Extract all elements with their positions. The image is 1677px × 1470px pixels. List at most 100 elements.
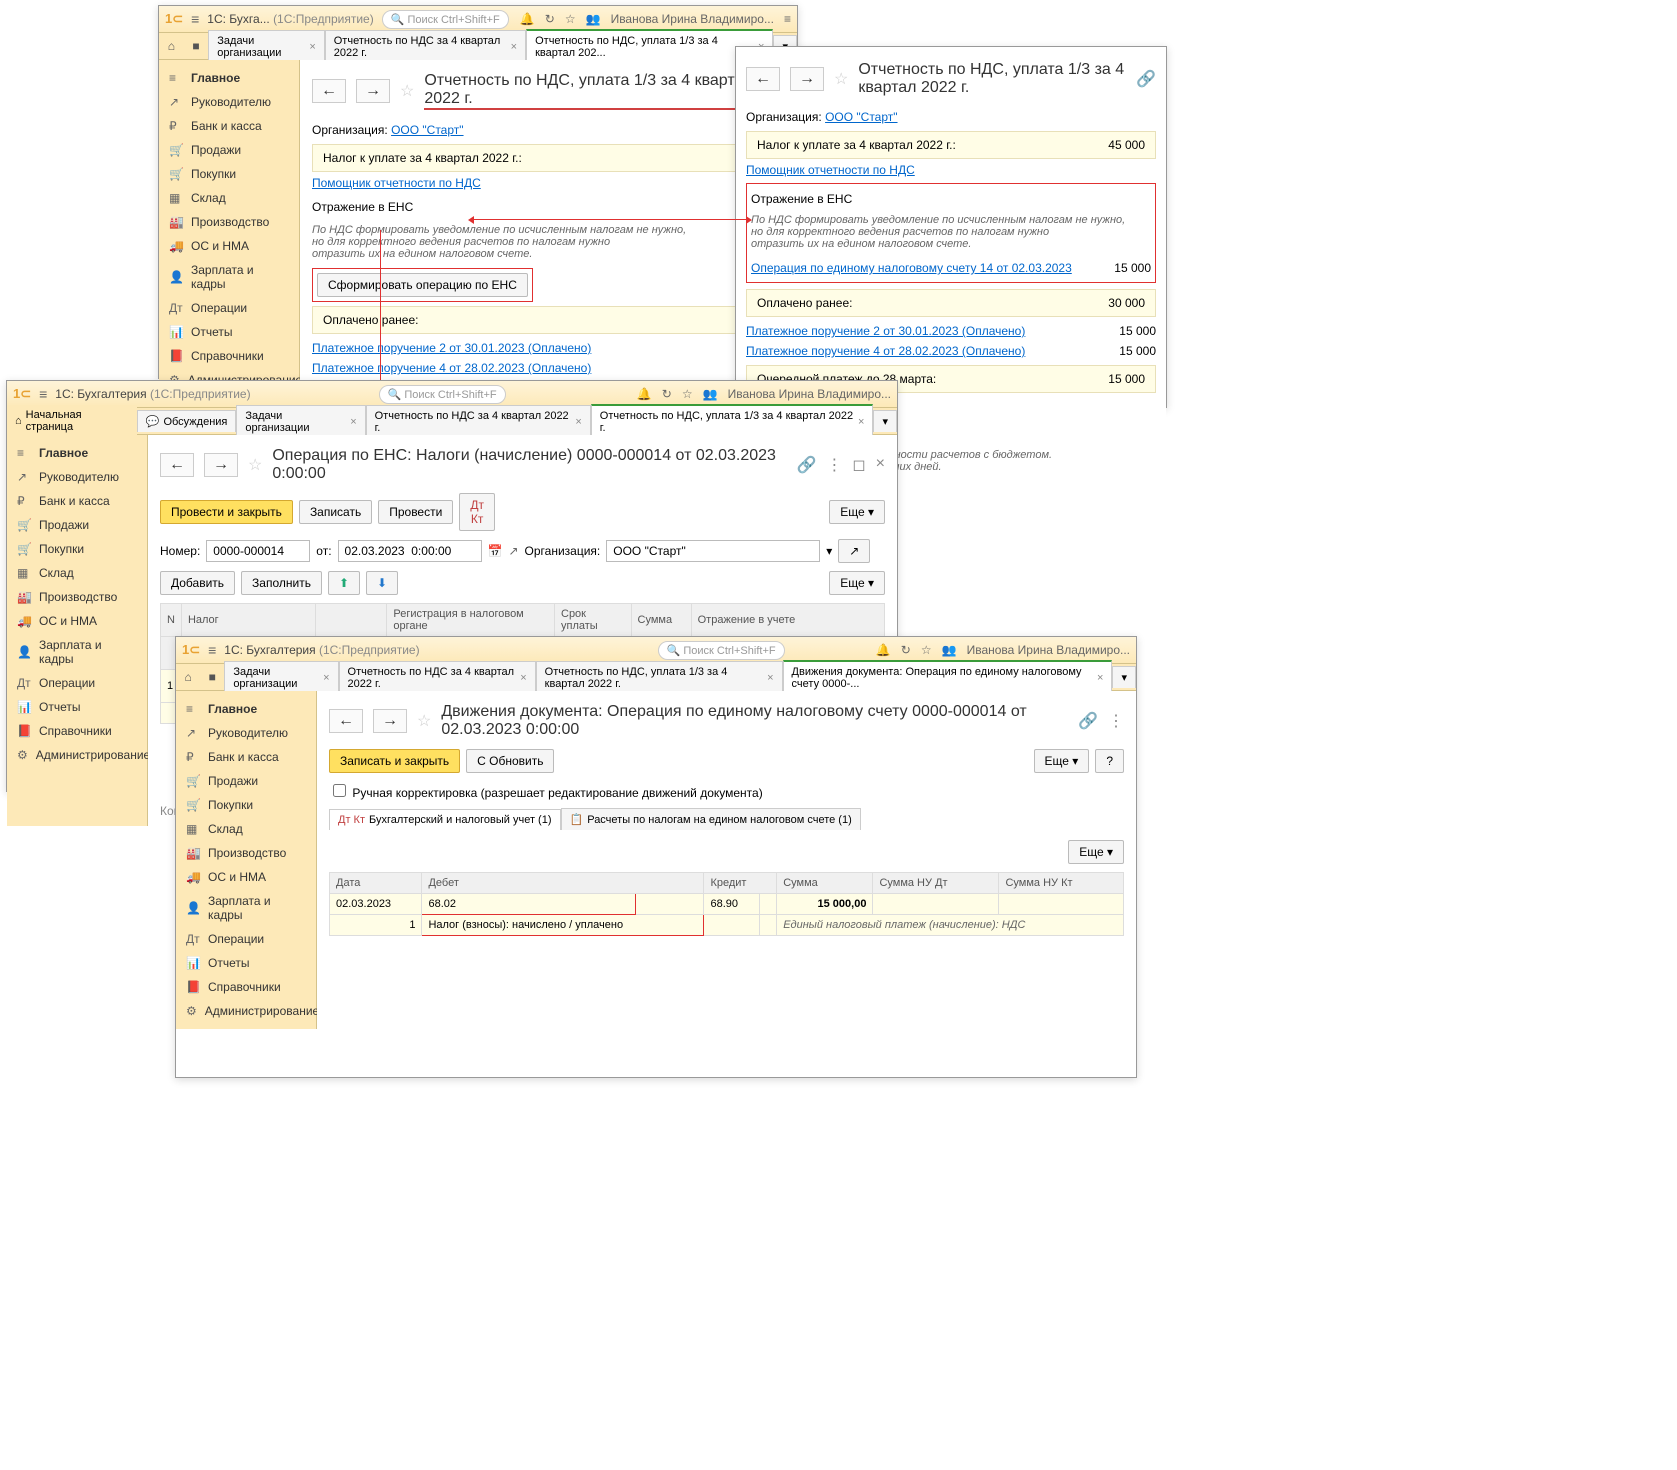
ext-icon[interactable]: ↗ [508,544,518,558]
payment-link[interactable]: Платежное поручение 2 от 30.01.2023 (Опл… [312,341,591,355]
add-button[interactable]: Добавить [160,571,235,595]
tab[interactable]: Задачи организации× [224,661,338,694]
tab[interactable]: Отчетность по НДС за 4 квартал 2022 г.× [325,30,526,63]
sidebar-item[interactable]: 🚚ОС и НМА [159,234,299,258]
star-icon[interactable]: ☆ [400,81,414,101]
help-button[interactable]: ? [1095,749,1124,773]
more-button[interactable]: Еще ▾ [1068,840,1124,864]
movements-table[interactable]: ДатаДебетКредитСуммаСумма НУ ДтСумма НУ … [329,872,1124,936]
close-icon[interactable]: × [511,41,517,53]
helper-link[interactable]: Помощник отчетности по НДС [746,163,915,177]
forward-button[interactable]: → [204,453,238,477]
more-icon[interactable]: ≡ [784,12,791,26]
sidebar-item[interactable]: ↗Руководителю [7,465,147,489]
menu-icon[interactable]: ⋮ [826,455,842,475]
payment-link[interactable]: Платежное поручение 2 от 30.01.2023 (Опл… [746,324,1025,338]
sidebar-item[interactable]: 🛒Покупки [7,537,147,561]
sidebar-item[interactable]: 🛒Продажи [176,769,316,793]
link-icon[interactable]: 🔗 [1078,711,1098,731]
sidebar-item[interactable]: ≡Главное [176,697,316,721]
helper-link[interactable]: Помощник отчетности по НДС [312,176,481,190]
more-button[interactable]: Еще ▾ [829,571,885,595]
menu-icon[interactable]: ≡ [39,386,47,402]
bell-icon[interactable]: 🔔 [520,12,535,26]
bold-icon[interactable]: ■ [200,666,224,688]
sidebar-item[interactable]: 🛒Покупки [159,162,299,186]
sidebar-item[interactable]: ₽Банк и касса [7,489,147,513]
sidebar-item[interactable]: 🚚ОС и НМА [176,865,316,889]
write-close-button[interactable]: Записать и закрыть [329,749,460,773]
menu-icon[interactable]: ≡ [191,11,199,27]
sidebar-item[interactable]: ≡Главное [7,441,147,465]
sidebar-item[interactable]: ↗Руководителю [159,90,299,114]
sidebar-item[interactable]: 📊Отчеты [159,320,299,344]
search-input[interactable]: 🔍 Поиск Ctrl+Shift+F [658,641,785,660]
sidebar-item[interactable]: 🏭Производство [159,210,299,234]
tab[interactable]: Отчетность по НДС, уплата 1/3 за 4 кварт… [536,661,783,694]
tab[interactable]: Отчетность по НДС за 4 квартал 2022 г.× [339,661,536,694]
link-icon[interactable]: 🔗 [1136,69,1156,89]
down-button[interactable]: ⬇ [366,571,398,595]
sidebar-item[interactable]: 🛒Продажи [159,138,299,162]
tab[interactable]: Задачи организации× [236,405,365,438]
number-input[interactable] [206,540,310,562]
org-input[interactable] [606,540,820,562]
star-icon[interactable]: ☆ [834,69,848,89]
sidebar-item[interactable]: ₽Банк и касса [176,745,316,769]
sidebar-item[interactable]: ▦Склад [176,817,316,841]
sidebar-item[interactable]: 🛒Покупки [176,793,316,817]
link-icon[interactable]: 🔗 [796,455,816,475]
date-input[interactable] [338,540,482,562]
payment-link[interactable]: Платежное поручение 4 от 28.02.2023 (Опл… [312,361,591,375]
sidebar-item[interactable]: 📕Справочники [7,719,147,743]
tab-dropdown[interactable]: ▾ [873,410,897,432]
sidebar-item[interactable]: ДтОперации [7,671,147,695]
tab-home[interactable]: ⌂ Начальная страница [7,405,137,437]
tab[interactable]: Движения документа: Операция по единому … [783,660,1113,694]
forward-button[interactable]: → [356,79,390,103]
menu-icon[interactable]: ⋮ [1108,711,1124,731]
tab[interactable]: Отчетность по НДС, уплата 1/3 за 4 кварт… [591,404,874,438]
menu-icon[interactable]: ≡ [208,642,216,658]
search-input[interactable]: 🔍 Поиск Ctrl+Shift+F [379,385,506,404]
post-button[interactable]: Провести [378,500,453,524]
sidebar-item[interactable]: ДтОперации [159,296,299,320]
sidebar-item[interactable]: ≡Главное [159,66,299,90]
star-icon[interactable]: ☆ [565,12,576,26]
home-icon[interactable]: ⌂ [176,666,200,688]
sidebar-item[interactable]: 📊Отчеты [176,951,316,975]
dropdown-icon[interactable]: ▾ [826,544,832,558]
back-button[interactable]: ← [746,67,780,91]
more-button[interactable]: Еще ▾ [1034,749,1090,773]
sidebar-item[interactable]: 🏭Производство [176,841,316,865]
back-button[interactable]: ← [329,709,363,733]
clock-icon[interactable]: ↻ [545,12,555,26]
form-ens-button[interactable]: Сформировать операцию по ЕНС [317,273,528,297]
up-button[interactable]: ⬆ [328,571,360,595]
sidebar-item[interactable]: ₽Банк и касса [159,114,299,138]
home-icon[interactable]: ⌂ [159,35,184,57]
back-button[interactable]: ← [160,453,194,477]
sidebar-item[interactable]: 🚚ОС и НМА [7,609,147,633]
manual-checkbox[interactable] [333,784,346,797]
org-link[interactable]: ООО "Старт" [391,123,463,137]
fill-button[interactable]: Заполнить [241,571,322,595]
sidebar-item[interactable]: ДтОперации [176,927,316,951]
star-icon[interactable]: ☆ [417,711,431,731]
forward-button[interactable]: → [373,709,407,733]
sidebar-item[interactable]: ▦Склад [159,186,299,210]
subtab[interactable]: 📋 Расчеты по налогам на едином налоговом… [561,808,861,830]
tab[interactable]: Задачи организации× [208,30,324,63]
bold-icon[interactable]: ■ [184,35,209,57]
sidebar-item[interactable]: ▦Склад [7,561,147,585]
tab-dropdown[interactable]: ▾ [1112,666,1136,688]
back-button[interactable]: ← [312,79,346,103]
operation-link[interactable]: Операция по единому налоговому счету 14 … [751,261,1072,275]
sidebar-item[interactable]: 📊Отчеты [7,695,147,719]
org-link[interactable]: ООО "Старт" [825,110,897,124]
calendar-icon[interactable]: 📅 [488,544,503,558]
sidebar-item[interactable]: ⚙Администрирование [176,999,316,1023]
sidebar-item[interactable]: 👤Зарплата и кадры [159,258,299,296]
write-button[interactable]: Записать [299,500,372,524]
star-icon[interactable]: ☆ [248,455,262,475]
